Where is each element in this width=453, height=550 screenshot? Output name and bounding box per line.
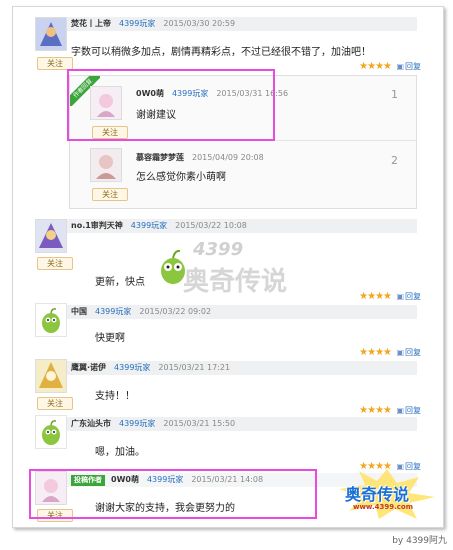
- username[interactable]: 广东汕头市: [71, 419, 111, 428]
- source: 4399玩家: [114, 363, 151, 372]
- highlight-box: [29, 469, 317, 519]
- comment-header: no.1审判天神 4399玩家 2015/03/22 10:08: [67, 219, 417, 233]
- comment-text: 字数可以稍微多加点，剧情再精彩点，不过已经很不错了，加油吧！: [71, 47, 371, 58]
- watermark-main: 奥奇传说: [183, 267, 288, 297]
- avatar[interactable]: [35, 17, 67, 51]
- comment-text: 嗯，加油。: [95, 447, 145, 458]
- reply-button[interactable]: 回复: [396, 347, 421, 358]
- avatar[interactable]: [35, 219, 67, 253]
- reply-item: 关注 慕容霜梦梦莲 2015/04/09 20:08 怎么感觉你素小萌啊 2: [70, 142, 416, 206]
- rating-stars[interactable]: ★★★★: [359, 291, 392, 302]
- comment-text: 更新，快点: [95, 277, 145, 288]
- follow-button[interactable]: 关注: [37, 257, 73, 270]
- follow-button[interactable]: 关注: [37, 397, 73, 410]
- reply-number: 2: [391, 154, 398, 167]
- username[interactable]: no.1审判天神: [71, 221, 123, 230]
- username[interactable]: 中国: [71, 307, 87, 316]
- source: 4399玩家: [130, 221, 168, 230]
- avatar[interactable]: [35, 303, 67, 337]
- comment-text: 支持！！: [95, 391, 135, 402]
- watermark-top: 4399: [193, 239, 244, 260]
- avatar[interactable]: [35, 359, 67, 393]
- logo-url: www.4399.com: [353, 503, 414, 511]
- avatar-icon: [36, 360, 66, 392]
- timestamp: 2015/03/21 17:21: [158, 363, 231, 372]
- comment-panel: 关注 焚花丨上帝 4399玩家 2015/03/30 20:59 字数可以稍微多加点…: [12, 6, 444, 528]
- avatar-icon: [36, 18, 66, 50]
- comment-text: 快更啊: [95, 333, 125, 344]
- follow-button[interactable]: 关注: [92, 188, 128, 201]
- source: 4399玩家: [119, 419, 156, 428]
- comment-header: 广东汕头市 4399玩家 2015/03/21 15:50: [67, 417, 417, 431]
- comment-header: 中国 4399玩家 2015/03/22 09:02: [67, 305, 417, 319]
- rating-stars[interactable]: ★★★★: [359, 405, 392, 416]
- avatar-icon: [91, 149, 121, 181]
- reply-button[interactable]: 回复: [396, 405, 421, 416]
- source: 4399玩家: [119, 19, 156, 28]
- avatar[interactable]: [35, 415, 67, 449]
- rating-stars[interactable]: ★★★★: [359, 61, 392, 72]
- highlight-box: [67, 69, 275, 141]
- reply-number: 1: [391, 88, 398, 101]
- username[interactable]: 焚花丨上帝: [71, 19, 111, 28]
- game-logo: 奥奇传说 www.4399.com: [339, 469, 435, 519]
- avatar-icon: [42, 420, 60, 445]
- timestamp: 2015/04/09 20:08: [192, 153, 264, 162]
- reply-button[interactable]: 回复: [396, 291, 421, 302]
- logo-text: 奥奇传说: [345, 485, 410, 504]
- reply-button[interactable]: 回复: [396, 61, 421, 72]
- source: 4399玩家: [95, 307, 132, 316]
- watermark-logo: 4399 奥奇传说: [153, 239, 313, 309]
- avatar-icon: [42, 308, 60, 333]
- signature: by 4399阿九: [392, 536, 447, 546]
- timestamp: 2015/03/30 20:59: [163, 19, 236, 28]
- timestamp: 2015/03/21 15:50: [163, 419, 236, 428]
- timestamp: 2015/03/22 10:08: [175, 221, 247, 230]
- avatar-icon: [36, 220, 66, 252]
- timestamp: 2015/03/22 09:02: [139, 307, 212, 316]
- comment-header: 焚花丨上帝 4399玩家 2015/03/30 20:59: [67, 17, 417, 31]
- username[interactable]: 鹰翼·诺伊: [71, 363, 106, 372]
- avatar[interactable]: [90, 148, 122, 182]
- reply-header: 慕容霜梦梦莲 2015/04/09 20:08: [136, 152, 264, 163]
- username[interactable]: 慕容霜梦梦莲: [136, 153, 184, 162]
- reply-text: 怎么感觉你素小萌啊: [136, 172, 226, 183]
- comment-header: 鹰翼·诺伊 4399玩家 2015/03/21 17:21: [67, 361, 417, 375]
- rating-stars[interactable]: ★★★★: [359, 347, 392, 358]
